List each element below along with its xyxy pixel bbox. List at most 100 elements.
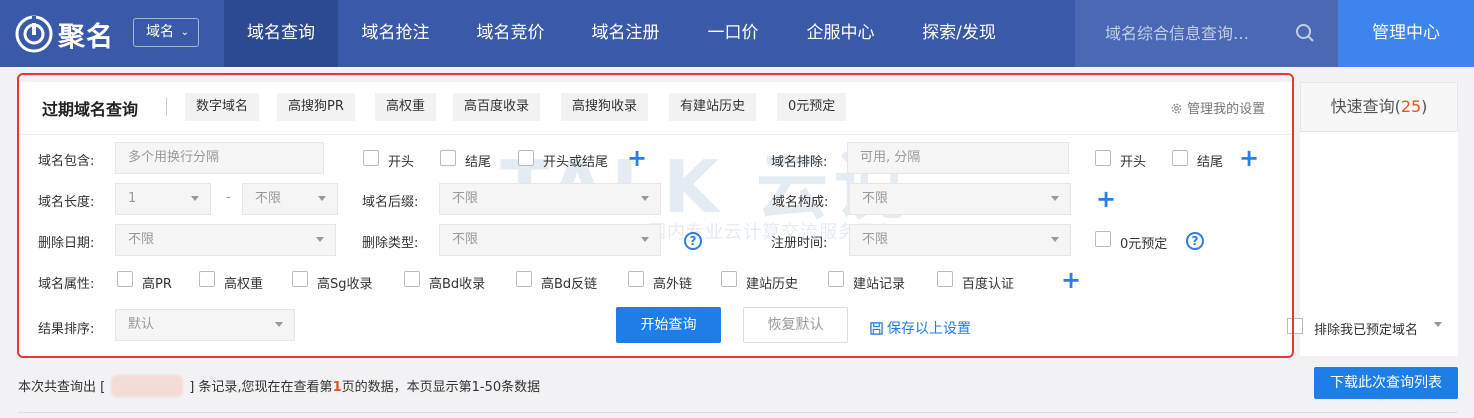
compose-label: 域名构成: — [772, 195, 829, 210]
global-search[interactable]: 域名综合信息查询… — [1075, 0, 1338, 67]
domain-type-value: 域名 — [146, 24, 174, 40]
attr-checkbox-pr[interactable] — [117, 271, 133, 287]
caret-down-icon[interactable] — [1434, 322, 1442, 327]
nav-item-explore[interactable]: 探索/发现 — [898, 0, 1020, 67]
redacted-count — [111, 375, 184, 397]
length-max-value: 不限 — [255, 191, 282, 206]
attr-checkbox-sg-index[interactable] — [292, 271, 308, 287]
zero-reserve-checkbox[interactable] — [1095, 231, 1111, 247]
attr-label-baidu-verified: 百度认证 — [962, 277, 1015, 292]
attr-checkbox-weight[interactable] — [199, 271, 215, 287]
tag-high-baidu-index[interactable]: 高百度收录 — [453, 93, 541, 121]
exclude-reserved-checkbox[interactable] — [1287, 318, 1303, 334]
brand-logo-icon — [15, 15, 53, 53]
delete-date-value: 不限 — [128, 232, 155, 247]
suffix-label: 域名后缀: — [362, 195, 419, 210]
chevron-down-icon: ⌄ — [180, 27, 189, 38]
exclude-input[interactable]: 可用, 分隔 — [847, 142, 1069, 174]
delete-type-select[interactable]: 不限 — [439, 224, 661, 256]
nav-item-backorder[interactable]: 域名抢注 — [338, 0, 453, 67]
tag-zero-reserve[interactable]: 0元预定 — [777, 93, 847, 121]
contains-start-or-end-checkbox[interactable] — [518, 150, 534, 166]
contains-start-label: 开头 — [388, 155, 415, 170]
attr-label-weight: 高权重 — [224, 277, 264, 292]
nav-item-register[interactable]: 域名注册 — [568, 0, 683, 67]
attr-label-bd-backlink: 高Bd反链 — [541, 277, 598, 292]
range-dash: - — [226, 190, 231, 205]
attr-label-external-links: 高外链 — [653, 277, 693, 292]
sort-select[interactable]: 默认 — [115, 309, 295, 341]
compose-add-plus-icon[interactable]: + — [1096, 187, 1116, 211]
attr-checkbox-bd-backlink[interactable] — [516, 271, 532, 287]
page-title: 过期域名查询 — [42, 100, 139, 119]
nav-item-fixed-price[interactable]: 一口价 — [683, 0, 783, 67]
compose-value: 不限 — [862, 191, 889, 206]
exclude-label: 域名排除: — [771, 155, 828, 170]
manage-center-button[interactable]: 管理中心 — [1338, 0, 1474, 67]
attr-checkbox-site-history[interactable] — [721, 271, 737, 287]
domain-type-select[interactable]: 域名 ⌄ — [133, 18, 199, 47]
chevron-down-icon — [641, 237, 649, 242]
download-list-button[interactable]: 下载此次查询列表 — [1314, 367, 1458, 399]
exclude-start-checkbox[interactable] — [1095, 150, 1111, 166]
reset-default-button[interactable]: 恢复默认 — [743, 307, 848, 343]
chevron-down-icon — [641, 196, 649, 201]
tag-high-sogou-pr[interactable]: 高搜狗PR — [277, 93, 355, 121]
attr-add-plus-icon[interactable]: + — [1061, 268, 1081, 292]
length-min-value: 1 — [128, 191, 137, 206]
result-summary: 本次共查询出 [] 条记录,您现在在查看第1页的数据，本页显示第1-50条数据 — [18, 375, 540, 397]
attr-checkbox-external-links[interactable] — [628, 271, 644, 287]
quick-query-tab[interactable]: 快速查询(25) — [1300, 82, 1458, 132]
result-suffix: 页的数据，本页显示第1-50条数据 — [341, 380, 541, 395]
tag-high-weight[interactable]: 高权重 — [375, 93, 437, 121]
search-icon[interactable] — [1295, 23, 1315, 43]
delete-date-label: 删除日期: — [38, 236, 95, 251]
save-settings-label: 保存以上设置 — [887, 321, 971, 337]
save-settings-link[interactable]: 保存以上设置 — [870, 318, 971, 338]
delete-date-select[interactable]: 不限 — [115, 224, 336, 256]
contains-add-plus-icon[interactable]: + — [627, 146, 647, 170]
global-search-input[interactable]: 域名综合信息查询… — [1105, 0, 1249, 67]
delete-type-help-icon[interactable]: ? — [684, 232, 702, 250]
tag-high-sogou-index[interactable]: 高搜狗收录 — [561, 93, 649, 121]
chevron-down-icon — [1051, 237, 1059, 242]
start-query-button[interactable]: 开始查询 — [616, 307, 721, 343]
tag-site-history[interactable]: 有建站历史 — [669, 93, 757, 121]
chevron-down-icon — [275, 322, 283, 327]
exclude-end-checkbox[interactable] — [1172, 150, 1188, 166]
suffix-select[interactable]: 不限 — [439, 183, 661, 215]
attr-checkbox-site-record[interactable] — [828, 271, 844, 287]
nav-item-auction[interactable]: 域名竞价 — [453, 0, 568, 67]
chevron-down-icon — [191, 196, 199, 201]
length-max-select[interactable]: 不限 — [242, 183, 338, 215]
manage-settings-link[interactable]: 管理我的设置 — [1170, 98, 1265, 117]
contains-start-or-end-label: 开头或结尾 — [543, 155, 609, 170]
length-label: 域名长度: — [38, 195, 95, 210]
contains-start-checkbox[interactable] — [363, 150, 379, 166]
contains-end-checkbox[interactable] — [440, 150, 456, 166]
brand-name[interactable]: 聚名 — [58, 15, 114, 54]
contains-input[interactable]: 多个用换行分隔 — [115, 142, 324, 174]
result-prefix: 本次共查询出 [ — [18, 380, 106, 395]
delete-type-label: 删除类型: — [362, 236, 419, 251]
reg-time-label: 注册时间: — [771, 236, 828, 251]
chevron-down-icon — [318, 196, 326, 201]
tag-numeric-domain[interactable]: 数字域名 — [185, 93, 260, 121]
exclude-add-plus-icon[interactable]: + — [1239, 146, 1259, 170]
attr-label-bd-index: 高Bd收录 — [429, 277, 486, 292]
result-middle: ] 条记录,您现在在查看第 — [189, 380, 333, 395]
sort-label: 结果排序: — [38, 322, 95, 337]
quick-query-label: 快速查询( — [1330, 97, 1401, 116]
attr-checkbox-bd-index[interactable] — [404, 271, 420, 287]
length-min-select[interactable]: 1 — [115, 183, 211, 215]
compose-select[interactable]: 不限 — [849, 183, 1071, 215]
nav-item-domain-query[interactable]: 域名查询 — [224, 0, 338, 67]
reg-time-select[interactable]: 不限 — [849, 224, 1071, 256]
bottom-divider — [18, 412, 1458, 413]
contains-end-label: 结尾 — [465, 155, 492, 170]
exclude-end-label: 结尾 — [1197, 155, 1224, 170]
attr-checkbox-baidu-verified[interactable] — [937, 271, 953, 287]
nav-item-enterprise[interactable]: 企服中心 — [783, 0, 898, 67]
zero-reserve-help-icon[interactable]: ? — [1186, 232, 1204, 250]
quick-query-close-paren: ) — [1421, 97, 1428, 116]
